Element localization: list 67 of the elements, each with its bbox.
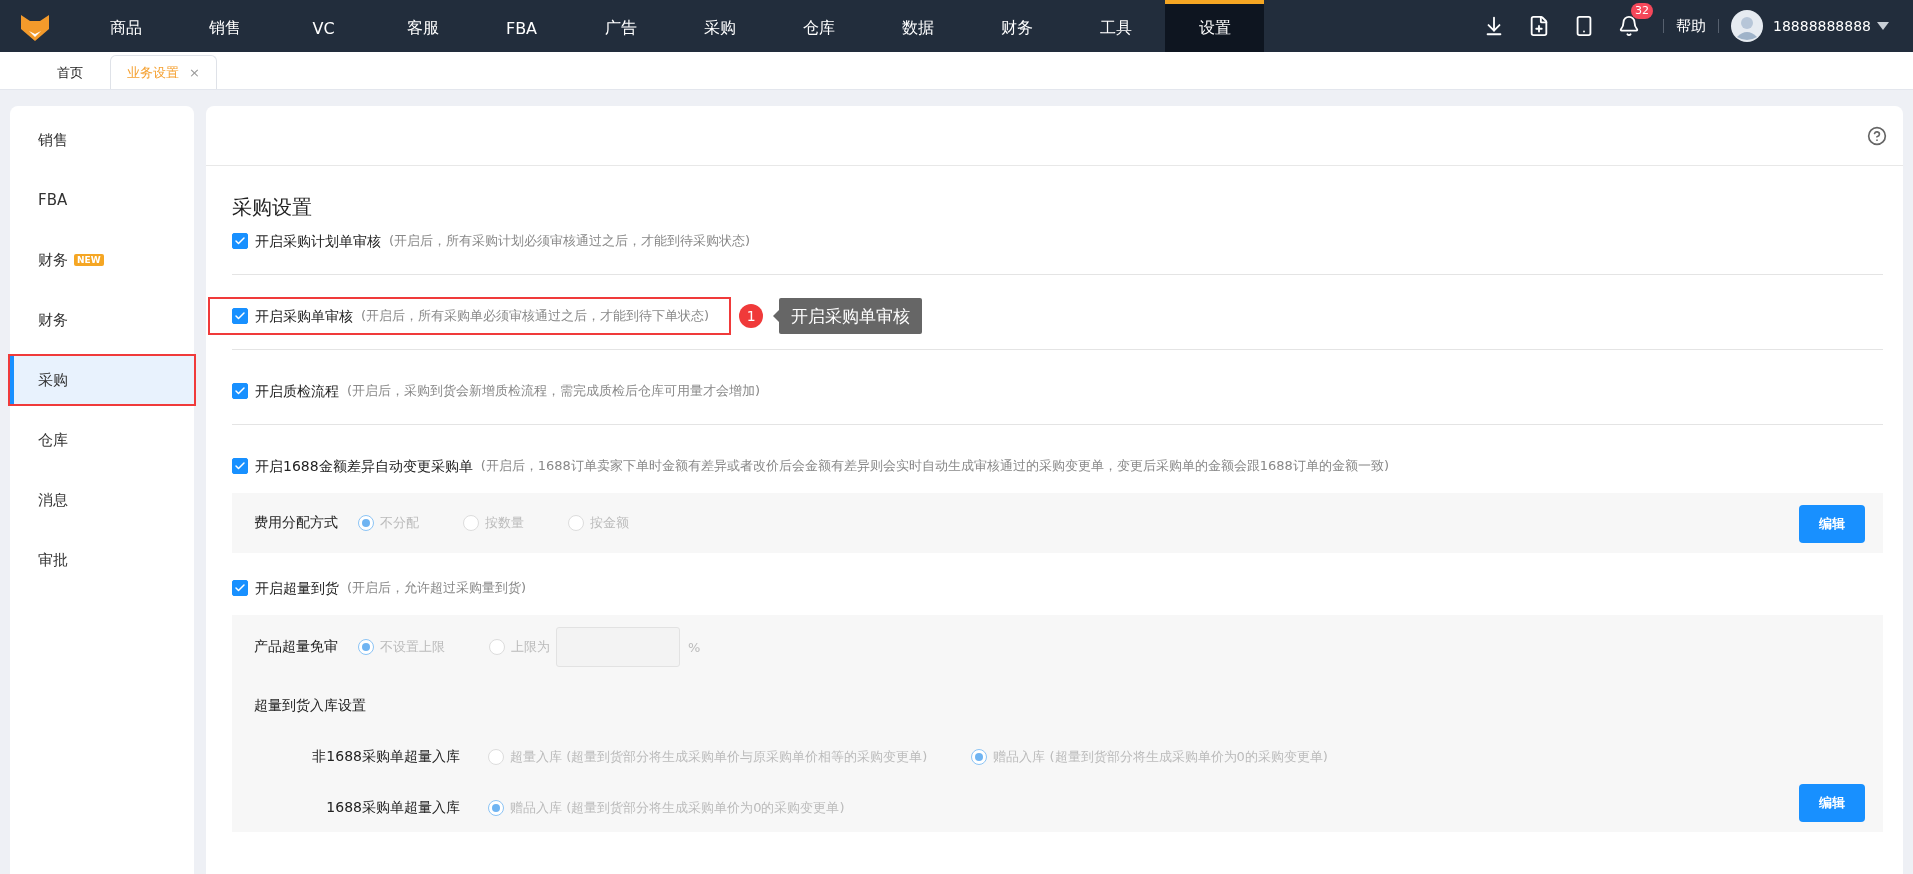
setting-hint: (开启后，采购到货会新增质检流程，需完成质检后仓库可用量才会增加) <box>347 382 761 400</box>
new-badge: NEW <box>74 254 104 266</box>
setting-label: 开启采购单审核 <box>255 307 353 325</box>
radio[interactable] <box>488 749 504 765</box>
pointer-icon <box>773 310 780 322</box>
annotation-tooltip: 开启采购单审核 <box>779 298 923 334</box>
checkbox[interactable] <box>232 580 248 596</box>
checkbox[interactable] <box>232 233 248 249</box>
bell-icon[interactable] <box>1617 15 1640 37</box>
radio[interactable] <box>489 639 505 655</box>
annotation-number: 1 <box>739 304 764 328</box>
caret-icon[interactable] <box>1877 22 1889 30</box>
percent-unit: % <box>688 639 701 655</box>
sidebar-item[interactable]: FBA <box>10 176 194 224</box>
nav-tab[interactable]: 客服 <box>373 0 472 52</box>
nav-tab[interactable]: 设置 <box>1165 0 1264 52</box>
sidebar-item[interactable]: 消息 <box>10 476 194 524</box>
help-link[interactable]: 帮助 <box>1676 16 1706 36</box>
setting-hint: (开启后，1688订单卖家下单时金额有差异或者改价后会金额有差异则会实时自动生成审核通过的采购变更单，变更后采购单的金额会跟1688订单的金额一致) <box>480 457 1389 475</box>
help-icon[interactable] <box>1867 125 1887 146</box>
setting-label: 开启超量到货 <box>255 579 339 597</box>
group-heading: 超量到货入库设置 <box>254 697 366 715</box>
radio[interactable] <box>488 800 504 816</box>
check-icon <box>234 582 246 594</box>
sidebar-item[interactable]: 财务 <box>10 296 194 344</box>
check-icon <box>234 310 246 322</box>
checkbox[interactable] <box>232 383 248 399</box>
sidebar-item[interactable]: 销售 <box>10 116 194 164</box>
check-icon <box>234 460 246 472</box>
setting-label: 开启1688金额差异自动变更采购单 <box>255 457 473 475</box>
nav-tab[interactable]: 财务 <box>967 0 1066 52</box>
nav-tab[interactable]: 仓库 <box>769 0 868 52</box>
page-tab[interactable]: 首页 <box>40 55 100 89</box>
nav-tab[interactable]: 工具 <box>1066 0 1165 52</box>
checkbox[interactable] <box>232 458 248 474</box>
field-label: 费用分配方式 <box>254 514 338 532</box>
notification-badge: 32 <box>1631 3 1653 19</box>
nav-tab[interactable]: 商品 <box>76 0 175 52</box>
nav-tab[interactable]: VC <box>274 0 373 52</box>
radio[interactable] <box>971 749 988 765</box>
user-name[interactable]: 18888888888 <box>1773 18 1871 34</box>
radio[interactable] <box>358 515 374 531</box>
check-icon <box>234 235 246 247</box>
setting-hint: (开启后，允许超过采购量到货) <box>347 579 527 597</box>
sidebar-item[interactable]: 财务 NEW <box>10 236 194 284</box>
sidebar-item[interactable]: 采购 <box>10 356 194 404</box>
field-label: 1688采购单超量入库 <box>325 799 460 817</box>
field-label: 非1688采购单超量入库 <box>311 748 460 766</box>
checkbox[interactable] <box>232 308 248 324</box>
setting-hint: (开启后，所有采购计划必须审核通过之后，才能到待采购状态) <box>389 232 751 250</box>
nav-tab[interactable]: 广告 <box>571 0 670 52</box>
setting-label: 开启质检流程 <box>255 382 339 400</box>
field-label: 产品超量免审 <box>254 638 338 656</box>
setting-label: 开启采购计划单审核 <box>255 232 381 250</box>
radio[interactable] <box>568 515 584 531</box>
radio[interactable] <box>358 639 374 655</box>
radio[interactable] <box>463 515 479 531</box>
nav-tab[interactable]: 销售 <box>175 0 274 52</box>
sidebar-item[interactable]: 审批 <box>10 536 194 584</box>
section-title: 采购设置 <box>232 195 313 219</box>
check-icon <box>234 385 246 397</box>
sidebar-item[interactable]: 仓库 <box>10 416 194 464</box>
nav-tab[interactable]: FBA <box>472 0 571 52</box>
avatar-icon[interactable] <box>1731 10 1763 42</box>
setting-hint: (开启后，所有采购单必须审核通过之后，才能到待下单状态) <box>361 307 710 325</box>
nav-tab[interactable]: 采购 <box>670 0 769 52</box>
nav-tab[interactable]: 数据 <box>868 0 967 52</box>
